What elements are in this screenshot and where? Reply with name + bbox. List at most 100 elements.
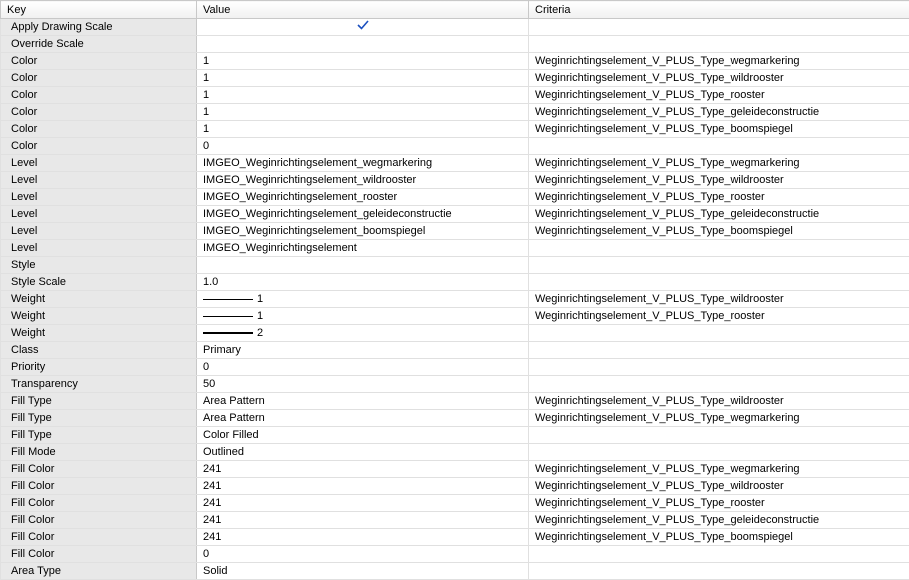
table-row[interactable]: Weight1Weginrichtingselement_V_PLUS_Type… — [1, 291, 909, 308]
table-row[interactable]: Area TypeSolid — [1, 563, 909, 580]
property-value[interactable]: Primary — [197, 342, 529, 359]
property-criteria[interactable]: Weginrichtingselement_V_PLUS_Type_wildro… — [529, 291, 909, 308]
property-key[interactable]: Fill Color — [1, 461, 197, 478]
column-header-key[interactable]: Key — [1, 1, 197, 19]
table-row[interactable]: Fill Color241Weginrichtingselement_V_PLU… — [1, 461, 909, 478]
property-criteria[interactable] — [529, 546, 909, 563]
property-value[interactable]: 0 — [197, 138, 529, 155]
table-row[interactable]: LevelIMGEO_Weginrichtingselement_boomspi… — [1, 223, 909, 240]
property-value[interactable]: 1 — [197, 70, 529, 87]
property-value[interactable]: 241 — [197, 478, 529, 495]
property-key[interactable]: Style Scale — [1, 274, 197, 291]
property-value[interactable]: IMGEO_Weginrichtingselement_boomspiegel — [197, 223, 529, 240]
property-key[interactable]: Color — [1, 138, 197, 155]
property-criteria[interactable] — [529, 274, 909, 291]
table-row[interactable]: Fill TypeArea PatternWeginrichtingseleme… — [1, 410, 909, 427]
property-value[interactable]: Outlined — [197, 444, 529, 461]
property-criteria[interactable]: Weginrichtingselement_V_PLUS_Type_wildro… — [529, 172, 909, 189]
table-row[interactable]: LevelIMGEO_Weginrichtingselement_wegmark… — [1, 155, 909, 172]
property-criteria[interactable] — [529, 342, 909, 359]
property-criteria[interactable]: Weginrichtingselement_V_PLUS_Type_rooste… — [529, 308, 909, 325]
property-value[interactable]: 241 — [197, 512, 529, 529]
table-row[interactable]: Weight1Weginrichtingselement_V_PLUS_Type… — [1, 308, 909, 325]
table-row[interactable]: LevelIMGEO_Weginrichtingselement_wildroo… — [1, 172, 909, 189]
property-criteria[interactable] — [529, 36, 909, 53]
property-criteria[interactable]: Weginrichtingselement_V_PLUS_Type_boomsp… — [529, 529, 909, 546]
table-row[interactable]: LevelIMGEO_Weginrichtingselement_geleide… — [1, 206, 909, 223]
property-criteria[interactable] — [529, 19, 909, 36]
column-header-value[interactable]: Value — [197, 1, 529, 19]
property-criteria[interactable] — [529, 376, 909, 393]
table-row[interactable]: Style Scale1.0 — [1, 274, 909, 291]
property-key[interactable]: Weight — [1, 325, 197, 342]
property-criteria[interactable] — [529, 444, 909, 461]
table-row[interactable]: Fill Color241Weginrichtingselement_V_PLU… — [1, 478, 909, 495]
table-row[interactable]: Fill Color241Weginrichtingselement_V_PLU… — [1, 529, 909, 546]
property-criteria[interactable]: Weginrichtingselement_V_PLUS_Type_boomsp… — [529, 121, 909, 138]
property-key[interactable]: Transparency — [1, 376, 197, 393]
property-key[interactable]: Style — [1, 257, 197, 274]
table-row[interactable]: Color1Weginrichtingselement_V_PLUS_Type_… — [1, 87, 909, 104]
property-criteria[interactable]: Weginrichtingselement_V_PLUS_Type_wegmar… — [529, 155, 909, 172]
property-criteria[interactable] — [529, 257, 909, 274]
table-row[interactable]: Fill TypeColor Filled — [1, 427, 909, 444]
property-value[interactable]: 1 — [197, 104, 529, 121]
property-key[interactable]: Fill Color — [1, 512, 197, 529]
property-value[interactable]: Color Filled — [197, 427, 529, 444]
table-row[interactable]: Color0 — [1, 138, 909, 155]
property-key[interactable]: Class — [1, 342, 197, 359]
property-value[interactable]: 50 — [197, 376, 529, 393]
table-row[interactable]: Override Scale — [1, 36, 909, 53]
checkmark-icon[interactable] — [357, 19, 368, 30]
property-value[interactable]: IMGEO_Weginrichtingselement — [197, 240, 529, 257]
property-key[interactable]: Fill Mode — [1, 444, 197, 461]
property-criteria[interactable]: Weginrichtingselement_V_PLUS_Type_rooste… — [529, 87, 909, 104]
property-key[interactable]: Priority — [1, 359, 197, 376]
property-key[interactable]: Level — [1, 172, 197, 189]
property-value[interactable]: 1 — [197, 121, 529, 138]
table-row[interactable]: Apply Drawing Scale — [1, 19, 909, 36]
property-key[interactable]: Color — [1, 104, 197, 121]
property-key[interactable]: Fill Type — [1, 393, 197, 410]
property-key[interactable]: Fill Color — [1, 478, 197, 495]
property-key[interactable]: Level — [1, 155, 197, 172]
property-value[interactable]: IMGEO_Weginrichtingselement_geleideconst… — [197, 206, 529, 223]
property-value[interactable]: 1 — [197, 53, 529, 70]
table-row[interactable]: Color1Weginrichtingselement_V_PLUS_Type_… — [1, 121, 909, 138]
property-value[interactable]: 241 — [197, 529, 529, 546]
property-key[interactable]: Fill Color — [1, 546, 197, 563]
property-value[interactable]: 241 — [197, 461, 529, 478]
property-key[interactable]: Level — [1, 206, 197, 223]
property-criteria[interactable]: Weginrichtingselement_V_PLUS_Type_geleid… — [529, 206, 909, 223]
property-criteria[interactable]: Weginrichtingselement_V_PLUS_Type_wildro… — [529, 70, 909, 87]
table-row[interactable]: Transparency50 — [1, 376, 909, 393]
property-criteria[interactable]: Weginrichtingselement_V_PLUS_Type_geleid… — [529, 104, 909, 121]
table-row[interactable]: Fill ModeOutlined — [1, 444, 909, 461]
property-key[interactable]: Color — [1, 53, 197, 70]
property-value[interactable]: 0 — [197, 546, 529, 563]
property-criteria[interactable] — [529, 325, 909, 342]
table-row[interactable]: Color1Weginrichtingselement_V_PLUS_Type_… — [1, 53, 909, 70]
table-row[interactable]: Fill Color0 — [1, 546, 909, 563]
property-key[interactable]: Color — [1, 121, 197, 138]
property-key[interactable]: Color — [1, 70, 197, 87]
property-key[interactable]: Level — [1, 223, 197, 240]
property-key[interactable]: Area Type — [1, 563, 197, 580]
property-key[interactable]: Level — [1, 240, 197, 257]
property-value[interactable] — [197, 19, 529, 36]
table-row[interactable]: LevelIMGEO_Weginrichtingselement_rooster… — [1, 189, 909, 206]
property-criteria[interactable]: Weginrichtingselement_V_PLUS_Type_geleid… — [529, 512, 909, 529]
property-criteria[interactable] — [529, 240, 909, 257]
property-criteria[interactable]: Weginrichtingselement_V_PLUS_Type_wildro… — [529, 478, 909, 495]
property-key[interactable]: Color — [1, 87, 197, 104]
property-criteria[interactable]: Weginrichtingselement_V_PLUS_Type_rooste… — [529, 189, 909, 206]
property-criteria[interactable]: Weginrichtingselement_V_PLUS_Type_wegmar… — [529, 53, 909, 70]
property-key[interactable]: Weight — [1, 291, 197, 308]
table-row[interactable]: LevelIMGEO_Weginrichtingselement — [1, 240, 909, 257]
property-key[interactable]: Apply Drawing Scale — [1, 19, 197, 36]
property-value[interactable]: 0 — [197, 359, 529, 376]
property-criteria[interactable] — [529, 359, 909, 376]
property-value[interactable]: 1 — [197, 87, 529, 104]
property-criteria[interactable]: Weginrichtingselement_V_PLUS_Type_wildro… — [529, 393, 909, 410]
table-row[interactable]: Priority0 — [1, 359, 909, 376]
